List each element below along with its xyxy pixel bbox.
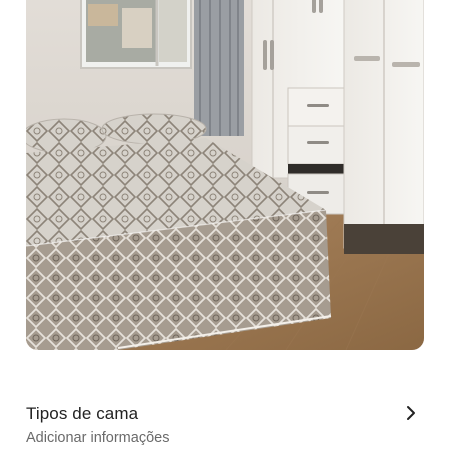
chevron-right-icon[interactable] xyxy=(404,404,418,422)
bed-types-row[interactable]: Tipos de cama Adicionar informações xyxy=(26,398,424,450)
bedroom-photo[interactable] xyxy=(26,0,424,350)
bed-types-screen: Tipos de cama Adicionar informações xyxy=(0,0,450,450)
bed-types-title: Tipos de cama xyxy=(26,404,139,423)
add-information-link[interactable]: Adicionar informações xyxy=(26,430,169,446)
bedroom-photo-image xyxy=(26,0,424,350)
